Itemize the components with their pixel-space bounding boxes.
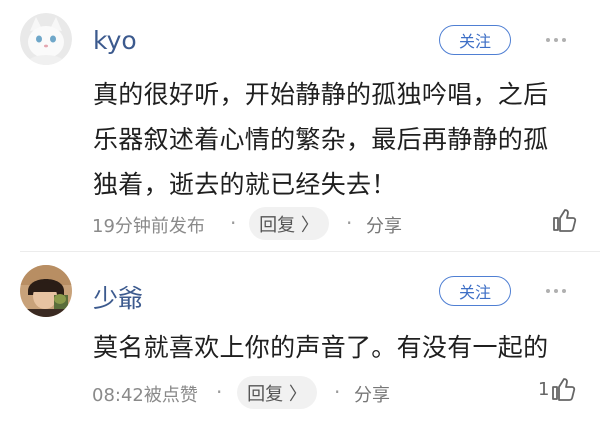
share-button[interactable]: 分享 bbox=[354, 381, 390, 407]
separator-dot: · bbox=[346, 211, 353, 235]
reply-button[interactable]: 回复 〉 bbox=[249, 207, 329, 240]
thumbs-up-icon bbox=[552, 378, 576, 401]
like-button[interactable]: 1 bbox=[538, 376, 576, 402]
separator-dot: · bbox=[230, 211, 237, 235]
comment-text: 真的很好听，开始静静的孤独吟唱，之后乐器叙述着心情的繁杂，最后再静静的孤独着，逝… bbox=[93, 80, 549, 199]
separator-dot: · bbox=[216, 380, 223, 404]
separator-dot: · bbox=[334, 380, 341, 404]
cat-avatar-image bbox=[20, 13, 72, 65]
person-avatar-image bbox=[20, 265, 72, 317]
share-button[interactable]: 分享 bbox=[366, 212, 402, 238]
follow-button[interactable]: 关注 bbox=[439, 276, 511, 306]
follow-button[interactable]: 关注 bbox=[439, 25, 511, 55]
like-count: 1 bbox=[538, 378, 550, 400]
username[interactable]: 少爺 bbox=[93, 279, 143, 315]
like-button[interactable] bbox=[551, 207, 577, 233]
comment-divider bbox=[20, 251, 600, 252]
more-options-icon[interactable] bbox=[546, 289, 566, 293]
reply-button[interactable]: 回复 〉 bbox=[237, 376, 317, 409]
comment-time: 08:42被点赞 bbox=[92, 385, 198, 406]
thumbs-up-icon bbox=[553, 209, 577, 232]
comment-text: 莫名就喜欢上你的声音了。有没有一起的 bbox=[93, 333, 549, 362]
more-options-icon[interactable] bbox=[546, 38, 566, 42]
username[interactable]: kyo bbox=[93, 26, 137, 55]
avatar[interactable] bbox=[20, 13, 72, 65]
avatar[interactable] bbox=[20, 265, 72, 317]
comment-time: 19分钟前发布 bbox=[92, 216, 205, 237]
